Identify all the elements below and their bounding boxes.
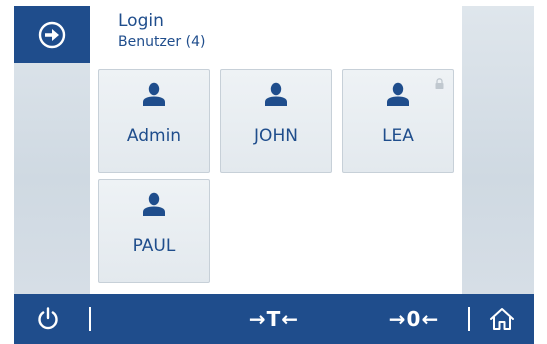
user-name-label: Admin: [126, 126, 182, 146]
user-icon: [143, 82, 165, 106]
tare-icon: →T←: [248, 307, 300, 331]
user-name-label: LEA: [382, 126, 414, 146]
user-grid: Admin JOHN LEA PAUL: [90, 63, 462, 294]
page-subtitle: Benutzer (4): [118, 34, 206, 50]
user-name-label: PAUL: [132, 236, 176, 256]
power-button[interactable]: [28, 294, 68, 344]
user-tile-lea[interactable]: LEA: [342, 69, 454, 173]
tare-button[interactable]: →T←: [234, 294, 314, 344]
bottom-function-bar: →T← →0←: [14, 294, 534, 344]
user-tile-john[interactable]: JOHN: [220, 69, 332, 173]
zero-icon: →0←: [388, 307, 440, 331]
separator: [468, 307, 470, 331]
user-tile-paul[interactable]: PAUL: [98, 179, 210, 283]
page-title: Login: [118, 11, 164, 31]
zero-button[interactable]: →0←: [374, 294, 454, 344]
lock-icon: [435, 78, 444, 89]
right-side-panel: [462, 6, 534, 294]
home-icon: [490, 308, 514, 330]
power-icon: [38, 307, 58, 330]
user-tile-admin[interactable]: Admin: [98, 69, 210, 173]
arrow-right-circle-icon: [38, 21, 66, 48]
user-icon: [265, 82, 287, 106]
back-button[interactable]: [14, 6, 90, 63]
user-name-label: JOHN: [254, 126, 298, 146]
user-icon: [143, 192, 165, 216]
user-icon: [387, 82, 409, 106]
home-button[interactable]: [480, 294, 524, 344]
separator: [89, 307, 91, 331]
terminal-screen: Login Benutzer (4) Admin JOHN LEA PAUL →…: [0, 0, 547, 344]
page-header: Login Benutzer (4): [90, 6, 462, 63]
